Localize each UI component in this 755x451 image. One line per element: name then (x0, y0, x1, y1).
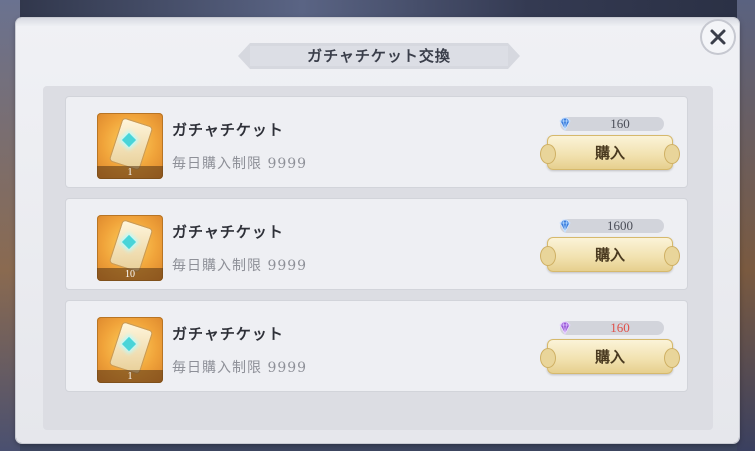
price-value: 160 (610, 116, 630, 131)
price-value: 1600 (607, 218, 633, 233)
gacha-ticket-icon: 1 (97, 113, 163, 179)
blue-diamond-icon (559, 219, 571, 234)
item-name: ガチャチケット (172, 223, 284, 241)
gacha-ticket-icon: 10 (97, 215, 163, 281)
gacha-ticket-icon: 1 (97, 317, 163, 383)
buy-button[interactable]: 購入 (540, 135, 680, 170)
item-name: ガチャチケット (172, 325, 284, 343)
list-item: 1 ガチャチケット 毎日購入制限 9999 160 購入 (65, 300, 688, 392)
price-value: 160 (610, 320, 630, 335)
item-quantity: 1 (97, 166, 163, 179)
buy-button[interactable]: 購入 (540, 237, 680, 272)
list-item: 10 ガチャチケット 毎日購入制限 9999 1600 購入 (65, 198, 688, 290)
close-button[interactable] (702, 21, 734, 53)
dialog-title: ガチャチケット交換 (307, 47, 451, 65)
background-right (737, 0, 755, 451)
item-name: ガチャチケット (172, 121, 284, 139)
close-icon (710, 29, 726, 45)
dialog-top-trim (16, 18, 739, 26)
item-quantity: 10 (97, 268, 163, 281)
purchase-limit: 毎日購入制限 9999 (172, 156, 308, 172)
list-item: 1 ガチャチケット 毎日購入制限 9999 160 購入 (65, 96, 688, 188)
buy-button[interactable]: 購入 (540, 339, 680, 374)
blue-diamond-icon (559, 117, 571, 132)
purchase-limit: 毎日購入制限 9999 (172, 258, 308, 274)
item-quantity: 1 (97, 370, 163, 383)
purple-diamond-icon (559, 321, 571, 336)
purchase-limit: 毎日購入制限 9999 (172, 360, 308, 376)
